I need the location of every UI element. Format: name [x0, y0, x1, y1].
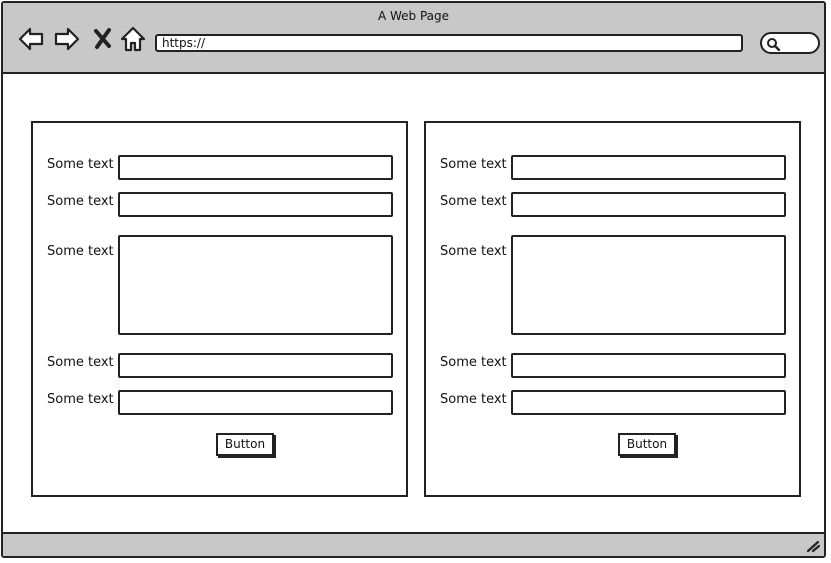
- field-label: Some text: [440, 157, 507, 172]
- browser-toolbar: A Web Page https://: [3, 3, 824, 74]
- text-area[interactable]: [511, 235, 786, 335]
- field-label: Some text: [47, 355, 114, 370]
- status-bar: [3, 532, 824, 556]
- search-icon: [767, 38, 780, 51]
- window-title: A Web Page: [377, 9, 450, 23]
- text-input[interactable]: [118, 192, 393, 217]
- browser-window: A Web Page https:// Some text Some text …: [1, 1, 826, 558]
- field-label: Some text: [47, 244, 114, 259]
- field-label: Some text: [440, 355, 507, 370]
- text-input[interactable]: [511, 390, 786, 415]
- text-input[interactable]: [118, 390, 393, 415]
- field-label: Some text: [47, 194, 114, 209]
- close-x-icon[interactable]: [89, 25, 117, 53]
- field-label: Some text: [440, 194, 507, 209]
- field-label: Some text: [440, 244, 507, 259]
- resize-grip-icon[interactable]: [805, 539, 821, 553]
- field-label: Some text: [440, 392, 507, 407]
- submit-button[interactable]: Button: [618, 433, 676, 456]
- forward-arrow-icon[interactable]: [53, 25, 81, 53]
- search-field[interactable]: [760, 32, 820, 54]
- text-area[interactable]: [118, 235, 393, 335]
- text-input[interactable]: [118, 155, 393, 180]
- home-icon[interactable]: [119, 25, 147, 53]
- form-panel-right: Some text Some text Some text Some text …: [424, 121, 801, 497]
- text-input[interactable]: [511, 192, 786, 217]
- field-label: Some text: [47, 157, 114, 172]
- url-bar[interactable]: https://: [155, 34, 743, 52]
- text-input[interactable]: [511, 353, 786, 378]
- form-panel-left: Some text Some text Some text Some text …: [31, 121, 408, 497]
- field-label: Some text: [47, 392, 114, 407]
- text-input[interactable]: [118, 353, 393, 378]
- back-arrow-icon[interactable]: [17, 25, 45, 53]
- text-input[interactable]: [511, 155, 786, 180]
- submit-button[interactable]: Button: [216, 433, 274, 456]
